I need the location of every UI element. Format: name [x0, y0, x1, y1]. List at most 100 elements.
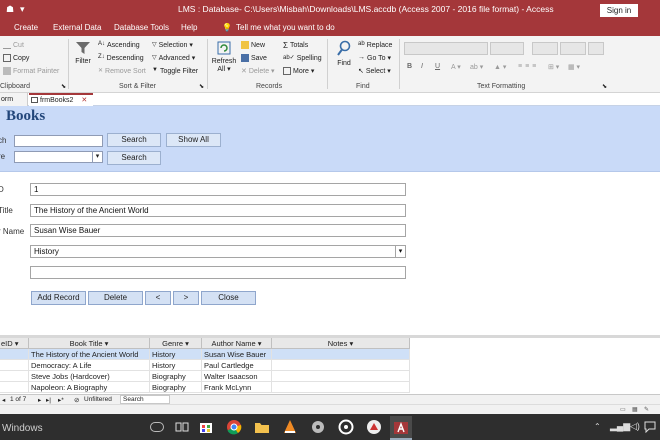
- filter-button[interactable]: Filter: [73, 40, 93, 65]
- select-button[interactable]: ↖ Select ▾: [358, 67, 391, 75]
- font-size-combo[interactable]: [490, 42, 524, 55]
- genre-combo[interactable]: History ▾: [30, 245, 406, 258]
- spelling-button[interactable]: ab✓ Spelling: [283, 54, 322, 62]
- column-header-notes[interactable]: Notes ▾: [272, 338, 410, 349]
- tab-frmbooks2[interactable]: frmBooks2 ✕: [29, 93, 93, 106]
- bullets-button[interactable]: [532, 42, 558, 55]
- background-color-icon[interactable]: ▲ ▾: [494, 63, 506, 71]
- book-title-field[interactable]: The History of the Ancient World: [30, 204, 406, 217]
- column-header-id[interactable]: eID ▾: [0, 338, 29, 349]
- toggle-filter-button[interactable]: ▼ Toggle Filter: [152, 67, 198, 75]
- rtl-button[interactable]: [588, 42, 604, 55]
- table-row[interactable]: The History of the Ancient World History…: [0, 349, 410, 360]
- descending-button[interactable]: Z↓ Descending: [98, 54, 144, 62]
- table-row[interactable]: Steve Jobs (Hardcover) Biography Walter …: [0, 371, 410, 382]
- numbering-button[interactable]: [560, 42, 586, 55]
- layout-view-icon[interactable]: ▦: [632, 406, 638, 413]
- column-header-genre[interactable]: Genre ▾: [150, 338, 202, 349]
- chevron-down-icon[interactable]: ▾: [395, 246, 405, 257]
- genre-search-combo[interactable]: ▾: [14, 151, 103, 163]
- tab-external-data[interactable]: External Data: [53, 23, 101, 32]
- filter-status-label[interactable]: Unfiltered: [84, 396, 112, 403]
- chevron-down-icon[interactable]: ▾: [92, 152, 102, 162]
- vlc-icon[interactable]: [282, 419, 298, 435]
- column-header-book-title[interactable]: Book Title ▾: [29, 338, 150, 349]
- tell-me-search[interactable]: Tell me what you want to do: [236, 23, 335, 32]
- copy-button[interactable]: Copy: [3, 54, 29, 62]
- totals-button[interactable]: Σ Totals: [283, 41, 308, 50]
- search-text-input[interactable]: [14, 135, 103, 147]
- close-tab-icon[interactable]: ✕: [81, 97, 87, 104]
- tab-help[interactable]: Help: [181, 23, 197, 32]
- table-row[interactable]: Democracy: A Life History Paul Cartledge: [0, 360, 410, 371]
- alternate-row-color-icon[interactable]: ▦ ▾: [568, 63, 580, 71]
- clipboard-launcher-icon[interactable]: ⬊: [61, 83, 66, 90]
- sign-in-button[interactable]: Sign in: [600, 4, 638, 17]
- notes-field[interactable]: [30, 266, 406, 279]
- gridlines-icon[interactable]: ⊞ ▾: [548, 63, 559, 71]
- replace-button[interactable]: ab Replace: [358, 41, 392, 49]
- font-color-icon[interactable]: A ▾: [451, 63, 461, 71]
- cut-button[interactable]: Cut: [3, 41, 24, 49]
- selection-button[interactable]: ▽ Selection ▾: [152, 41, 193, 49]
- chevron-up-icon[interactable]: ⌃: [594, 422, 601, 431]
- refresh-all-button[interactable]: Refresh All ▾: [211, 40, 237, 73]
- previous-record-button[interactable]: <: [145, 291, 171, 305]
- sort-filter-launcher-icon[interactable]: ⬊: [199, 83, 204, 90]
- previous-record-icon[interactable]: ◂: [2, 396, 5, 404]
- highlight-icon[interactable]: ab ▾: [470, 63, 483, 71]
- folder-icon[interactable]: [254, 419, 270, 435]
- network-icon[interactable]: ▂▄▆: [610, 421, 630, 432]
- volume-icon[interactable]: ◁): [630, 421, 640, 432]
- format-painter-button[interactable]: Format Painter: [3, 67, 59, 75]
- advanced-button[interactable]: ▽ Advanced ▾: [152, 54, 195, 62]
- text-formatting-launcher-icon[interactable]: ⬊: [602, 83, 607, 90]
- delete-record-button[interactable]: ✕ Delete ▾: [241, 67, 275, 75]
- current-record-counter[interactable]: 1 of 7: [10, 396, 26, 403]
- obs-icon[interactable]: [338, 419, 354, 435]
- new-blank-record-icon[interactable]: ▸*: [58, 396, 64, 404]
- records-group-label: Records: [256, 83, 283, 90]
- design-view-icon[interactable]: ✎: [644, 406, 649, 413]
- align-buttons-icon[interactable]: ≡≡≡: [518, 63, 539, 70]
- italic-button[interactable]: I: [421, 63, 423, 70]
- font-name-combo[interactable]: [404, 42, 488, 55]
- task-view-icon[interactable]: [174, 419, 190, 435]
- app-circle-icon[interactable]: [366, 419, 382, 435]
- store-icon[interactable]: [198, 419, 214, 435]
- last-record-icon[interactable]: ▸|: [46, 396, 51, 404]
- save-record-button[interactable]: Save: [241, 54, 267, 62]
- find-button[interactable]: Find: [334, 40, 354, 67]
- bold-button[interactable]: B: [407, 63, 412, 70]
- cortana-icon[interactable]: [150, 422, 164, 432]
- access-taskbar-button[interactable]: [390, 416, 412, 440]
- more-button[interactable]: More ▾: [283, 67, 314, 76]
- form-view-icon[interactable]: ▭: [620, 406, 626, 413]
- table-row[interactable]: Napoleon: A Biography Biography Frank Mc…: [0, 382, 410, 393]
- new-record-button[interactable]: New: [241, 41, 265, 49]
- next-record-icon[interactable]: ▸: [38, 396, 41, 404]
- show-all-button[interactable]: Show All: [166, 133, 221, 147]
- delete-button[interactable]: Delete: [88, 291, 143, 305]
- media-app-icon[interactable]: [310, 419, 326, 435]
- book-id-field[interactable]: 1: [30, 183, 406, 196]
- chrome-icon[interactable]: [226, 419, 242, 435]
- next-record-button[interactable]: >: [173, 291, 199, 305]
- tab-database-tools[interactable]: Database Tools: [114, 23, 169, 32]
- ascending-button[interactable]: A↓ Ascending: [98, 41, 140, 49]
- search-genre-button[interactable]: Search: [107, 151, 161, 165]
- underline-button[interactable]: U: [435, 63, 440, 70]
- close-button[interactable]: Close: [201, 291, 256, 305]
- access-app-icon[interactable]: ☗: [6, 4, 14, 15]
- quick-access-dropdown-icon[interactable]: ▾: [20, 4, 25, 15]
- tab-previous-form[interactable]: orm: [0, 93, 28, 106]
- tab-create[interactable]: Create: [14, 23, 38, 32]
- goto-button[interactable]: → Go To ▾: [358, 54, 391, 62]
- column-header-author-name[interactable]: Author Name ▾: [202, 338, 272, 349]
- record-search-input[interactable]: Search: [120, 395, 170, 404]
- remove-sort-button[interactable]: ✕ Remove Sort: [98, 67, 146, 75]
- author-name-field[interactable]: Susan Wise Bauer: [30, 224, 406, 237]
- search-button[interactable]: Search: [107, 133, 161, 147]
- notifications-icon[interactable]: [644, 421, 656, 433]
- add-record-button[interactable]: Add Record: [31, 291, 86, 305]
